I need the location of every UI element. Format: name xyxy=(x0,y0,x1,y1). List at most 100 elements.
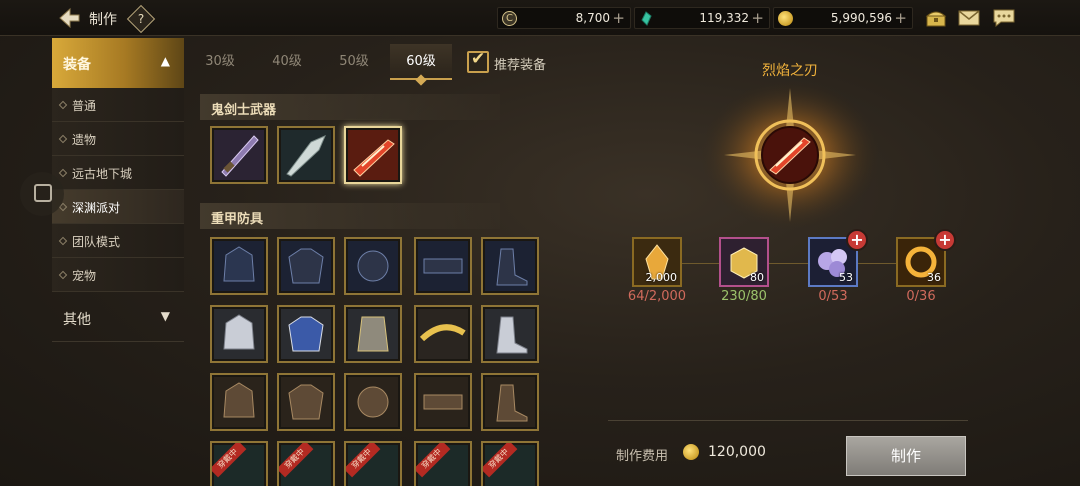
recommend-checkbox[interactable]: ✔ xyxy=(467,49,489,73)
armor-slot[interactable] xyxy=(481,373,539,431)
armor-slot[interactable] xyxy=(344,373,402,431)
craft-fee-label: 制作费用 xyxy=(616,449,669,464)
tab-indicator-icon xyxy=(415,74,427,86)
armor-slot[interactable] xyxy=(277,305,335,363)
material-slot[interactable]: 80 xyxy=(719,237,769,287)
material-connector-line xyxy=(655,263,920,264)
bronze-chest-armor-icon xyxy=(281,377,331,427)
gold-belt-icon xyxy=(418,309,468,359)
diamond-bullet-icon xyxy=(58,270,68,280)
tab-level-30[interactable]: 30级 xyxy=(189,44,251,80)
armor-slot[interactable] xyxy=(344,305,402,363)
chat-icon[interactable] xyxy=(992,8,1016,28)
dark-shoulder-icon xyxy=(348,241,398,291)
currency-crystal: 119,332 + xyxy=(634,7,770,29)
help-button[interactable]: ? xyxy=(126,4,156,34)
katana-weapon-icon xyxy=(214,130,264,180)
material-count: 0/36 xyxy=(906,289,936,304)
material-slot[interactable]: 2,000 xyxy=(632,237,682,287)
craft-button[interactable]: 制作 xyxy=(846,436,966,476)
material-count: 0/53 xyxy=(818,289,848,304)
gold-coin-icon xyxy=(683,444,699,460)
treasure-chest-icon[interactable] xyxy=(924,8,948,28)
square-icon xyxy=(34,184,52,202)
armor-slot[interactable] xyxy=(414,237,472,295)
currency-gold-c: C 8,700 + xyxy=(497,7,631,29)
bronze-shoulder-icon xyxy=(348,377,398,427)
chevron-down-icon: ▼ xyxy=(160,309,170,323)
subcategory-abyss-party[interactable]: 深渊派对 xyxy=(52,190,184,224)
subcategory-list: 普通 遗物 远古地下城 深渊派对 团队模式 宠物 xyxy=(52,88,184,292)
silver-helmet-icon xyxy=(214,309,264,359)
currency-coin: 5,990,596 + xyxy=(773,7,913,29)
tab-level-40[interactable]: 40级 xyxy=(256,44,318,80)
weapon-slot-selected[interactable] xyxy=(344,126,402,184)
tab-level-60[interactable]: 60级 xyxy=(390,44,452,86)
armor-slot-equipped[interactable]: 穿戴中 xyxy=(414,441,472,486)
weapon-slot[interactable] xyxy=(277,126,335,184)
tab-level-50[interactable]: 50级 xyxy=(323,44,385,80)
section-header-weapons: 鬼剑士武器 xyxy=(200,94,500,120)
armor-slot-equipped[interactable]: 穿戴中 xyxy=(210,441,268,486)
armor-slot[interactable] xyxy=(277,373,335,431)
armor-slot[interactable] xyxy=(277,237,335,295)
back-arrow-icon[interactable] xyxy=(56,6,82,30)
dark-boots-icon xyxy=(485,241,535,291)
armor-slot[interactable] xyxy=(210,373,268,431)
blue-chest-armor-icon xyxy=(281,309,331,359)
add-crystal-button[interactable]: + xyxy=(751,9,764,27)
mail-icon[interactable] xyxy=(957,8,981,28)
gold-coin-icon xyxy=(778,11,793,26)
armor-slot[interactable] xyxy=(210,237,268,295)
bronze-helmet-icon xyxy=(214,377,264,427)
armor-slot[interactable] xyxy=(414,373,472,431)
chevron-up-icon: ▲ xyxy=(160,54,170,68)
add-gold-c-button[interactable]: + xyxy=(612,9,625,27)
dark-chest-armor-icon xyxy=(281,241,331,291)
checkmark-icon: ✔ xyxy=(471,49,486,69)
category-equipment[interactable]: 装备 ▲ xyxy=(52,38,184,88)
weapon-slot[interactable] xyxy=(210,126,268,184)
divider xyxy=(608,420,968,421)
material-count: 230/80 xyxy=(721,289,767,304)
category-other[interactable]: 其他 ▼ xyxy=(52,296,184,342)
armor-slot[interactable] xyxy=(414,305,472,363)
crystal-currency-icon xyxy=(641,11,652,26)
dark-helmet-icon xyxy=(214,241,264,291)
page-title: 制作 xyxy=(89,12,117,28)
armor-slot-equipped[interactable]: 穿戴中 xyxy=(344,441,402,486)
material-slot[interactable]: 53 + xyxy=(808,229,868,287)
armor-slot[interactable] xyxy=(481,237,539,295)
recommend-label: 推荐装备 xyxy=(494,58,547,73)
add-material-button[interactable]: + xyxy=(934,229,956,251)
selected-item-name: 烈焰之刃 xyxy=(762,63,818,79)
subcategory-normal[interactable]: 普通 xyxy=(52,88,184,122)
floating-menu-handle[interactable] xyxy=(20,172,64,216)
bronze-boots-icon xyxy=(485,377,535,427)
diamond-bullet-icon xyxy=(58,134,68,144)
material-count: 64/2,000 xyxy=(627,289,687,304)
armor-slot[interactable] xyxy=(344,237,402,295)
subcategory-pet[interactable]: 宠物 xyxy=(52,258,184,292)
top-bar: 制作 ? C 8,700 + 119,332 + 5,990,596 + xyxy=(0,0,1080,36)
armor-slot-equipped[interactable]: 穿戴中 xyxy=(481,441,539,486)
subcategory-relic[interactable]: 遗物 xyxy=(52,122,184,156)
material-slot[interactable]: 36 + xyxy=(896,229,956,287)
dark-belt-icon xyxy=(418,241,468,291)
subcategory-ancient-dungeon[interactable]: 远古地下城 xyxy=(52,156,184,190)
armor-slot-equipped[interactable]: 穿戴中 xyxy=(277,441,335,486)
armor-slot[interactable] xyxy=(481,305,539,363)
add-coin-button[interactable]: + xyxy=(894,9,907,27)
gold-c-currency-icon: C xyxy=(502,11,517,26)
subcategory-raid-mode[interactable]: 团队模式 xyxy=(52,224,184,258)
craft-fee-value: 120,000 xyxy=(708,444,766,460)
section-header-armor: 重甲防具 xyxy=(200,203,500,229)
add-material-button[interactable]: + xyxy=(846,229,868,251)
diamond-bullet-icon xyxy=(58,100,68,110)
armor-slot[interactable] xyxy=(210,305,268,363)
gold-gauntlet-icon xyxy=(348,309,398,359)
bronze-belt-icon xyxy=(418,377,468,427)
diamond-bullet-icon xyxy=(58,168,68,178)
silver-boots-icon xyxy=(485,309,535,359)
flame-blade-icon xyxy=(348,130,398,180)
